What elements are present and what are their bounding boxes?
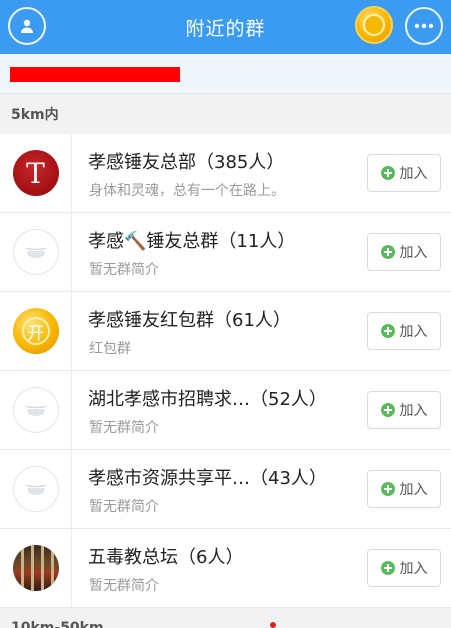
top-bar: 附近的群 bbox=[0, 0, 451, 54]
redacted-location bbox=[10, 67, 180, 82]
section-header-5km: 5km内 bbox=[0, 94, 451, 134]
avatar-cell bbox=[0, 371, 72, 449]
more-icon bbox=[414, 23, 434, 29]
join-button[interactable]: 加入 bbox=[367, 233, 441, 271]
list-item[interactable]: 开 孝感锤友红包群（61人） 红包群 加入 bbox=[0, 292, 451, 371]
plus-circle-icon bbox=[380, 561, 395, 575]
list-item[interactable]: T 孝感锤友总部（385人） 身体和灵魂，总有一个在路上。 加入 bbox=[0, 134, 451, 213]
location-banner bbox=[0, 54, 451, 94]
group-name: 孝感🔨锤友总群（11人） bbox=[88, 231, 296, 252]
default-group-icon bbox=[25, 247, 46, 258]
plus-circle-icon bbox=[380, 166, 395, 180]
group-name: 孝感锤友总部（385人） bbox=[88, 152, 285, 173]
join-label: 加入 bbox=[399, 403, 428, 419]
section-header-10-50km: 10km-50km bbox=[0, 608, 451, 628]
default-group-icon bbox=[25, 405, 46, 416]
avatar bbox=[12, 229, 59, 275]
group-desc: 暂无群简介 bbox=[89, 262, 159, 278]
photo-detail bbox=[50, 545, 54, 591]
group-list: T 孝感锤友总部（385人） 身体和灵魂，总有一个在路上。 加入 孝感🔨锤友总群… bbox=[0, 134, 451, 608]
join-label: 加入 bbox=[399, 166, 428, 182]
avatar-cell: 开 bbox=[0, 292, 72, 370]
list-item[interactable]: 孝感🔨锤友总群（11人） 暂无群简介 加入 bbox=[0, 213, 451, 292]
photo-detail bbox=[20, 545, 24, 591]
group-name: 湖北孝感市招聘求…（52人） bbox=[88, 389, 327, 410]
join-button[interactable]: 加入 bbox=[367, 470, 441, 508]
avatar bbox=[12, 466, 59, 512]
join-button[interactable]: 加入 bbox=[367, 549, 441, 587]
join-button[interactable]: 加入 bbox=[367, 391, 441, 429]
more-button[interactable] bbox=[405, 7, 443, 45]
avatar-cell bbox=[0, 450, 72, 528]
group-desc: 红包群 bbox=[89, 341, 131, 357]
default-group-icon bbox=[25, 484, 46, 495]
coin-button[interactable] bbox=[355, 6, 393, 44]
avatar-cell: T bbox=[0, 134, 72, 212]
photo-detail bbox=[30, 545, 34, 591]
list-item[interactable]: 五毒教总坛（6人） 暂无群简介 加入 bbox=[0, 529, 451, 608]
join-label: 加入 bbox=[399, 324, 428, 340]
profile-icon bbox=[21, 19, 33, 33]
join-label: 加入 bbox=[399, 245, 428, 261]
page-title: 附近的群 bbox=[185, 17, 266, 40]
plus-circle-icon bbox=[380, 245, 395, 259]
avatar: 开 bbox=[12, 308, 59, 354]
group-name: 孝感锤友红包群（61人） bbox=[88, 310, 291, 331]
group-desc: 暂无群简介 bbox=[89, 499, 159, 515]
coin-icon bbox=[363, 14, 385, 36]
list-item[interactable]: 孝感市资源共享平…（43人） 暂无群简介 加入 bbox=[0, 450, 451, 529]
nearby-groups-screen: 附近的群 5km内 T 孝感锤友总部（385人） 身体和灵魂，总有一个在路上。 … bbox=[0, 0, 451, 628]
list-item[interactable]: 湖北孝感市招聘求…（52人） 暂无群简介 加入 bbox=[0, 371, 451, 450]
avatar-cell bbox=[0, 529, 72, 607]
group-desc: 暂无群简介 bbox=[89, 420, 159, 436]
group-name: 孝感市资源共享平…（43人） bbox=[88, 468, 327, 489]
avatar-glyph: 开 bbox=[21, 317, 50, 345]
plus-circle-icon bbox=[380, 324, 395, 338]
join-label: 加入 bbox=[399, 482, 428, 498]
join-label: 加入 bbox=[399, 561, 428, 577]
avatar-cell bbox=[0, 213, 72, 291]
group-name: 五毒教总坛（6人） bbox=[88, 547, 244, 568]
join-button[interactable]: 加入 bbox=[367, 154, 441, 192]
group-desc: 身体和灵魂，总有一个在路上。 bbox=[89, 183, 285, 199]
profile-button[interactable] bbox=[8, 7, 46, 45]
plus-circle-icon bbox=[380, 403, 395, 417]
avatar bbox=[12, 387, 59, 433]
avatar: T bbox=[12, 150, 59, 196]
photo-detail bbox=[40, 545, 44, 591]
avatar bbox=[12, 545, 59, 591]
avatar-glyph: T bbox=[26, 156, 45, 190]
notification-dot bbox=[270, 622, 276, 628]
plus-circle-icon bbox=[380, 482, 395, 496]
join-button[interactable]: 加入 bbox=[367, 312, 441, 350]
group-desc: 暂无群简介 bbox=[89, 578, 159, 594]
